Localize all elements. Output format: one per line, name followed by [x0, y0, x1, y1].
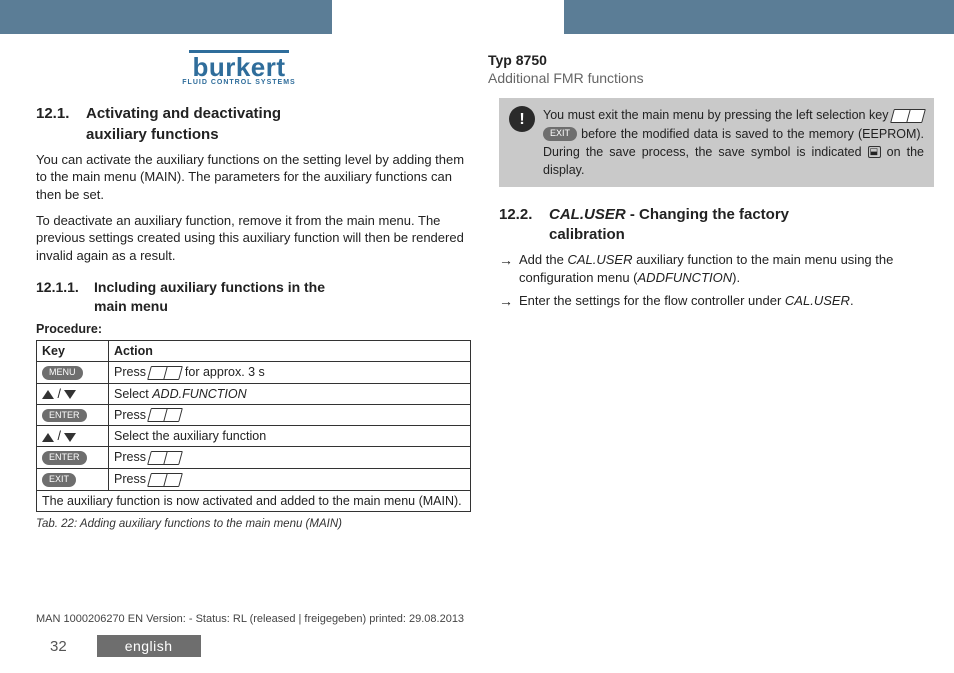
procedure-table: Key Action MENU Press for approx. 3 s / …	[36, 340, 471, 512]
step-item: → Enter the settings for the flow contro…	[499, 292, 934, 311]
right-column: ! You must exit the main menu by pressin…	[499, 98, 934, 529]
procedure-label: Procedure:	[36, 322, 471, 336]
table-caption: Tab. 22: Adding auxiliary functions to t…	[36, 518, 471, 530]
document-footer-line: MAN 1000206270 EN Version: - Status: RL …	[36, 613, 924, 625]
table-row: / Select the auxiliary function	[37, 426, 471, 447]
table-row: / Select ADD.FUNCTION	[37, 383, 471, 404]
warning-icon: !	[509, 106, 535, 132]
key-icon	[149, 366, 181, 380]
step-item: → Add the CAL.USER auxiliary function to…	[499, 251, 934, 286]
language-label: english	[97, 635, 201, 657]
table-row: The auxiliary function is now activated …	[37, 490, 471, 511]
col-key: Key	[37, 340, 109, 361]
table-row: ENTER Press	[37, 447, 471, 469]
info-callout: ! You must exit the main menu by pressin…	[499, 98, 934, 187]
left-column: 12.1.Activating and deactivating auxilia…	[36, 98, 471, 529]
col-action: Action	[109, 340, 471, 361]
down-arrow-icon	[64, 433, 76, 442]
key-icon	[892, 109, 924, 123]
save-symbol-icon	[868, 146, 881, 158]
arrow-right-icon: →	[499, 251, 513, 286]
enter-badge: ENTER	[42, 409, 87, 423]
down-arrow-icon	[64, 390, 76, 399]
brand-logo: burkert FLUID CONTROL SYSTEMS	[0, 42, 478, 98]
menu-badge: MENU	[42, 366, 83, 380]
key-icon	[149, 451, 181, 465]
table-row: EXIT Press	[37, 469, 471, 491]
top-banner	[0, 0, 954, 34]
section-name: Additional FMR functions	[488, 70, 924, 86]
para-activate: You can activate the auxiliary functions…	[36, 151, 471, 204]
up-arrow-icon	[42, 390, 54, 399]
section-12-1-1-heading: 12.1.1.Including auxiliary functions in …	[36, 278, 471, 316]
table-row: ENTER Press	[37, 404, 471, 426]
exit-badge: EXIT	[42, 473, 76, 487]
product-type: Typ 8750	[488, 52, 924, 68]
page-number: 32	[0, 638, 97, 655]
document-meta: Typ 8750 Additional FMR functions	[478, 42, 954, 86]
section-12-1-heading: 12.1.Activating and deactivating auxilia…	[36, 104, 471, 145]
key-icon	[149, 408, 181, 422]
page-footer: 32 english	[0, 633, 201, 659]
para-deactivate: To deactivate an auxiliary function, rem…	[36, 212, 471, 265]
table-row: MENU Press for approx. 3 s	[37, 361, 471, 383]
key-icon	[149, 473, 181, 487]
enter-badge: ENTER	[42, 451, 87, 465]
arrow-right-icon: →	[499, 292, 513, 311]
section-12-2-heading: 12.2.CAL.USER - Changing the factory cal…	[499, 205, 934, 246]
up-arrow-icon	[42, 433, 54, 442]
exit-badge: EXIT	[543, 127, 577, 141]
